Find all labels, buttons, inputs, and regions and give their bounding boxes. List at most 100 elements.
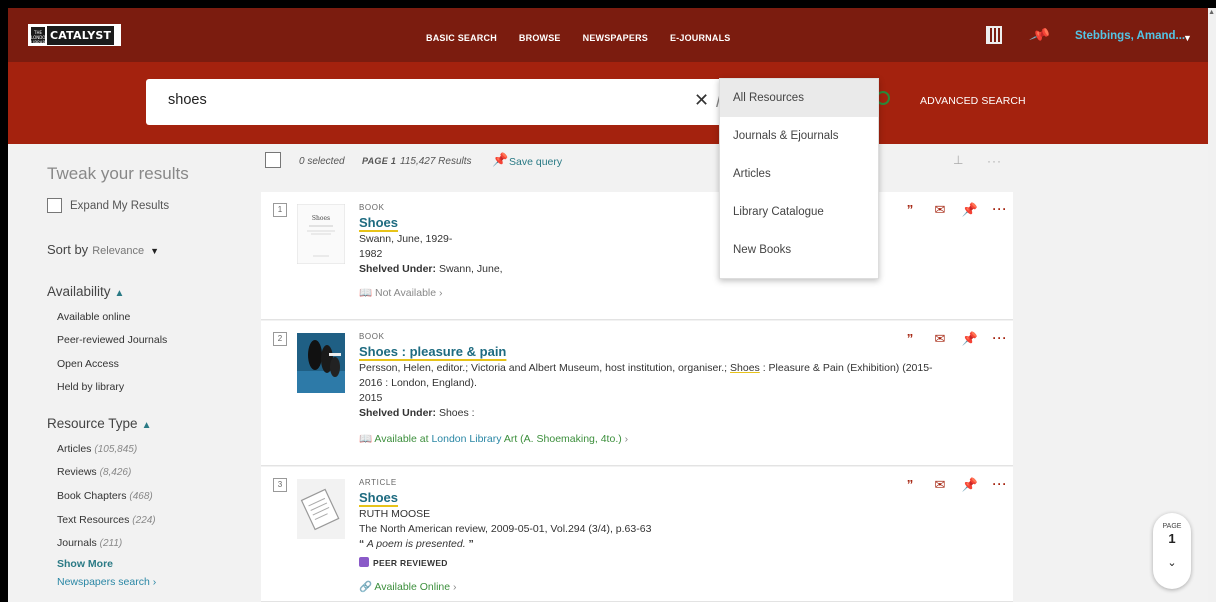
result-source: The North American review, 2009-05-01, V… (359, 523, 652, 535)
facet-journals[interactable]: Journals (211) (57, 537, 122, 549)
book-shelf-icon: 📖 (359, 287, 373, 299)
cite-icon[interactable]: ” (895, 477, 925, 493)
more-options-icon[interactable]: ··· (987, 154, 1002, 168)
email-icon[interactable]: ✉ (925, 477, 955, 493)
result-card: 3 ARTICLE Shoes RUTH MOOSE The North Ame… (261, 467, 1013, 602)
pin-all-icon[interactable]: ⊥ (953, 153, 963, 167)
facet-held-by-library[interactable]: Held by library (57, 381, 124, 393)
chevron-down-icon[interactable]: ▼ (1183, 33, 1192, 43)
newspapers-search-link[interactable]: Newspapers search › (57, 576, 156, 588)
scope-option-library-catalogue[interactable]: Library Catalogue (720, 193, 878, 231)
book-cover-thumbnail[interactable]: Shoes (297, 204, 345, 264)
email-icon[interactable]: ✉ (925, 202, 955, 218)
result-author: Swann, June, 1929- (359, 233, 453, 245)
advanced-search-link[interactable]: ADVANCED SEARCH (920, 95, 1026, 107)
expand-results-label: Expand My Results (70, 199, 170, 212)
cite-icon[interactable]: ” (895, 331, 925, 347)
nav-newspapers[interactable]: NEWSPAPERS (583, 33, 648, 43)
result-year: 1982 (359, 248, 383, 260)
availability-heading[interactable]: Availability ▲ (47, 284, 124, 299)
page-scrollbar[interactable] (1208, 8, 1216, 602)
result-actions: ” ✉ 📌 ··· (895, 202, 1015, 218)
facet-articles[interactable]: Articles (105,845) (57, 443, 137, 455)
result-actions: ” ✉ 📌 ··· (895, 477, 1015, 493)
pin-icon[interactable]: 📌 (955, 331, 985, 347)
availability-status[interactable]: 📖 Available at London Library Art (A. Sh… (359, 432, 628, 445)
search-scope-dropdown: All Resources Journals & Ejournals Artic… (719, 78, 879, 279)
scope-option-new-books[interactable]: New Books (720, 231, 878, 269)
scope-option-journals[interactable]: Journals & Ejournals (720, 117, 878, 155)
results-count: 115,427 Results (400, 156, 472, 167)
select-all-checkbox[interactable] (265, 152, 281, 168)
nav-e-journals[interactable]: E-JOURNALS (670, 33, 731, 43)
sort-control[interactable]: Sort by Relevance ▼ (47, 242, 159, 257)
selected-count: 0 selected (299, 156, 345, 167)
more-actions-icon[interactable]: ··· (985, 477, 1015, 493)
shelved-under: Shelved Under: Shoes : (359, 407, 475, 419)
save-query-button[interactable]: Save query (509, 156, 562, 168)
resource-type-heading[interactable]: Resource Type ▲ (47, 416, 151, 431)
more-actions-icon[interactable]: ··· (985, 202, 1015, 218)
facet-open-access[interactable]: Open Access (57, 358, 119, 370)
caret-down-icon[interactable]: ▼ (150, 246, 159, 256)
result-snippet: “ A poem is presented. ” (359, 538, 474, 550)
result-number: 1 (273, 203, 287, 217)
catalyst-logo[interactable]: THE LONDON LIBRARY CATALYST (28, 24, 121, 46)
peer-reviewed-badge: PEER REVIEWED (359, 557, 448, 568)
chevron-right-icon: › (453, 581, 457, 593)
svg-text:Shoes: Shoes (312, 215, 330, 222)
scope-option-all-resources[interactable]: All Resources (720, 79, 878, 117)
result-author: Persson, Helen, editor.; Victoria and Al… (359, 362, 933, 374)
expand-results-checkbox[interactable] (47, 198, 62, 213)
page-label: PAGE 1 (362, 156, 397, 166)
result-title[interactable]: Shoes (359, 490, 398, 505)
facet-peer-reviewed[interactable]: Peer-reviewed Journals (57, 334, 167, 346)
facet-available-online[interactable]: Available online (57, 311, 130, 323)
qr-code-icon[interactable] (986, 26, 1002, 44)
sidebar-title: Tweak your results (47, 164, 189, 183)
facet-book-chapters[interactable]: Book Chapters (468) (57, 490, 153, 502)
scroll-up-icon[interactable]: ▲ (1208, 9, 1215, 16)
article-icon (297, 479, 345, 539)
email-icon[interactable]: ✉ (925, 331, 955, 347)
more-actions-icon[interactable]: ··· (985, 331, 1015, 347)
page-indicator-label: PAGE (1162, 523, 1182, 530)
clear-search-icon[interactable]: ✕ (694, 90, 709, 111)
result-year: 2015 (359, 392, 383, 404)
facet-text-resources[interactable]: Text Resources (224) (57, 514, 156, 526)
expand-results-toggle[interactable]: Expand My Results (47, 198, 169, 213)
search-band: ✕ / ADVANCED SEARCH (8, 62, 1208, 144)
peer-reviewed-icon (359, 557, 369, 567)
library-emblem-icon: THE LONDON LIBRARY (31, 27, 48, 45)
nav-browse[interactable]: BROWSE (519, 33, 561, 43)
sort-value[interactable]: Relevance (92, 245, 144, 257)
show-more-link[interactable]: Show More (57, 558, 113, 570)
facet-reviews[interactable]: Reviews (8,426) (57, 466, 131, 478)
result-author-cont: 2016 : London, England). (359, 377, 477, 389)
pin-icon[interactable]: 📌 (955, 202, 985, 218)
page-indicator-number: 1 (1168, 531, 1176, 546)
user-menu[interactable]: Stebbings, Amand... (1075, 30, 1185, 42)
chevron-up-icon[interactable]: ▲ (142, 420, 152, 431)
chevron-down-icon[interactable]: ⌄ (1153, 556, 1191, 569)
book-cover-thumbnail[interactable] (297, 333, 345, 393)
main-nav: BASIC SEARCH BROWSE NEWSPAPERS E-JOURNAL… (426, 33, 730, 43)
page-indicator[interactable]: PAGE 1 ⌄ (1153, 513, 1191, 589)
availability-status[interactable]: 📖 Not Available › (359, 286, 443, 299)
pin-icon[interactable]: 📌 (955, 477, 985, 493)
sort-label: Sort by (47, 242, 89, 257)
result-title[interactable]: Shoes (359, 215, 398, 230)
scope-option-articles[interactable]: Articles (720, 155, 878, 193)
nav-basic-search[interactable]: BASIC SEARCH (426, 33, 497, 43)
cite-icon[interactable]: ” (895, 202, 925, 218)
availability-status[interactable]: 🔗 Available Online › (359, 580, 457, 593)
shelved-under: Shelved Under: Swann, June, (359, 263, 503, 275)
resource-type: BOOK (359, 203, 385, 212)
pin-icon[interactable]: 📌 (1028, 23, 1052, 46)
chevron-up-icon[interactable]: ▲ (115, 288, 125, 299)
pin-icon[interactable]: 📌 (492, 152, 508, 168)
result-title[interactable]: Shoes : pleasure & pain (359, 344, 506, 359)
result-number: 2 (273, 332, 287, 346)
resource-type: ARTICLE (359, 478, 397, 487)
search-input[interactable] (168, 92, 568, 108)
